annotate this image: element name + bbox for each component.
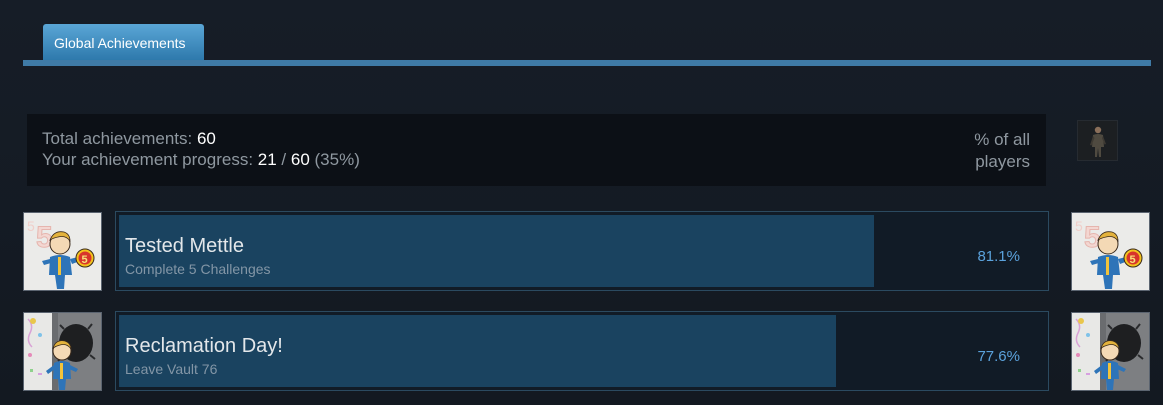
achievement-row-reclamation-day[interactable]: Reclamation Day! Leave Vault 76 77.6% <box>115 311 1049 391</box>
achievement-progress-unlocked: 21 <box>257 150 277 169</box>
total-achievements-value: 60 <box>196 129 216 148</box>
achievement-icon-reclamation-day-player <box>1071 312 1150 391</box>
achievement-description: Complete 5 Challenges <box>125 261 271 277</box>
achievement-progress-percent: (35%) <box>309 150 360 169</box>
achievement-row-tested-mettle[interactable]: Tested Mettle Complete 5 Challenges 81.1… <box>115 211 1049 291</box>
svg-text:5: 5 <box>27 218 35 234</box>
achievement-icon-tested-mettle-player: 5 5 5 <box>1071 212 1150 291</box>
achievement-title: Tested Mettle <box>125 235 244 257</box>
achievement-percent: 77.6% <box>977 348 1020 365</box>
achievement-progress-line: Your achievement progress: 21 / 60 (35%) <box>42 150 360 170</box>
vault-boy-vault-door-icon <box>1072 313 1149 390</box>
tab-global-achievements-label: Global Achievements <box>54 35 186 51</box>
vault-boy-five-medal-icon: 5 5 5 <box>1072 213 1149 290</box>
player-avatar[interactable] <box>1077 120 1118 161</box>
achievement-description: Leave Vault 76 <box>125 361 218 377</box>
svg-text:5: 5 <box>36 221 53 254</box>
tab-underline-divider <box>23 60 1151 66</box>
achievement-progress-total: 60 <box>290 150 310 169</box>
achievement-summary-panel: Total achievements: 60 Your achievement … <box>27 114 1046 186</box>
achievement-progress-separator: / <box>276 150 291 169</box>
global-achievements-page: Global Achievements Total achievements: … <box>0 0 1163 405</box>
vault-boy-vault-door-icon <box>24 313 101 390</box>
achievement-icon-reclamation-day <box>23 312 102 391</box>
percent-of-players-header: % of all players <box>960 129 1030 173</box>
svg-text:5: 5 <box>82 254 88 266</box>
svg-text:5: 5 <box>1084 221 1101 254</box>
total-achievements-label: Total achievements: <box>42 129 197 148</box>
svg-text:5: 5 <box>1130 254 1136 266</box>
achievement-percent: 81.1% <box>977 248 1020 265</box>
svg-text:5: 5 <box>1075 218 1083 234</box>
achievement-icon-tested-mettle: 5 5 5 <box>23 212 102 291</box>
achievement-title: Reclamation Day! <box>125 335 283 357</box>
achievement-progress-label: Your achievement progress: <box>42 150 258 169</box>
player-figure-icon <box>1078 121 1117 160</box>
tab-global-achievements[interactable]: Global Achievements <box>43 24 204 60</box>
vault-boy-five-medal-icon: 5 5 5 <box>24 213 101 290</box>
percent-header-line1: % of all <box>974 130 1030 149</box>
total-achievements-line: Total achievements: 60 <box>42 129 216 149</box>
percent-header-line2: players <box>975 152 1030 171</box>
